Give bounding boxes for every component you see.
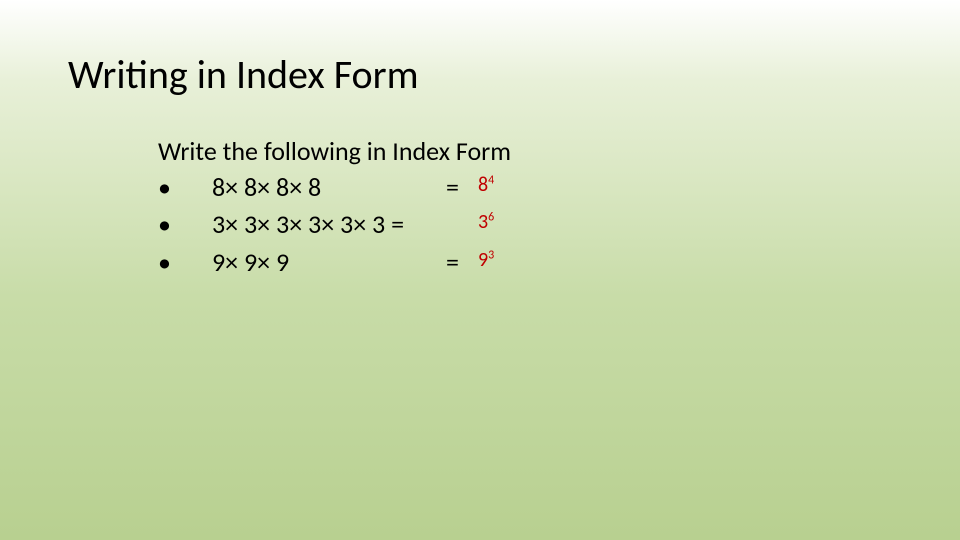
slide-subheading: Write the following in Index Form xyxy=(158,135,511,167)
equals-sign: = xyxy=(446,171,459,203)
bullet-icon: • xyxy=(158,246,171,278)
bullet-icon: • xyxy=(158,208,171,240)
answer-text: 36 xyxy=(478,210,494,234)
answer-text: 84 xyxy=(478,173,494,197)
expression-text: 8× 8× 8× 8 xyxy=(212,171,321,203)
list-item: • 9× 9× 9 = 93 xyxy=(158,246,758,280)
expression-text: 9× 9× 9 xyxy=(212,246,289,278)
slide-title: Writing in Index Form xyxy=(68,50,419,99)
list-item: • 3× 3× 3× 3× 3× 3 = 36 xyxy=(158,208,758,242)
answer-text: 93 xyxy=(478,248,494,272)
list-item: • 8× 8× 8× 8 = 84 xyxy=(158,171,758,205)
equals-sign: = xyxy=(446,246,459,278)
expression-text: 3× 3× 3× 3× 3× 3 = xyxy=(212,208,404,240)
bullet-icon: • xyxy=(158,171,171,203)
